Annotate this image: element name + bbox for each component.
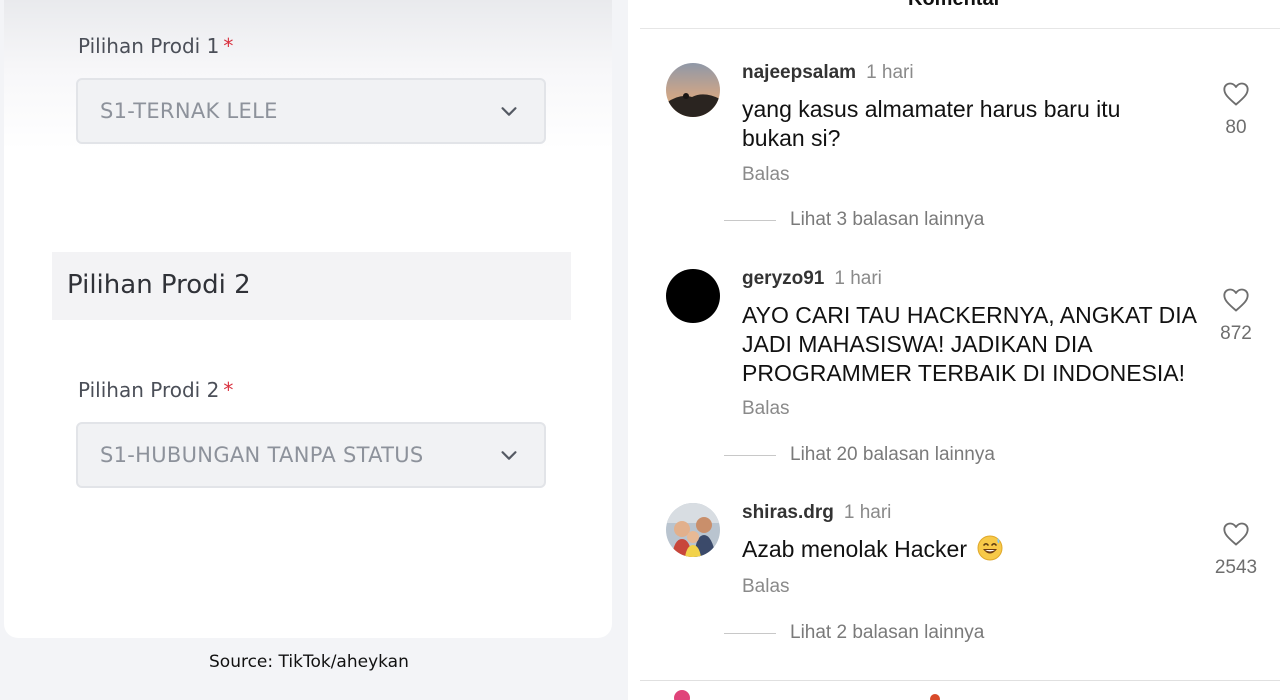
required-asterisk: *	[223, 34, 234, 58]
prodi-2-selected-value: S1-HUBUNGAN TANPA STATUS	[100, 443, 424, 467]
thread-line	[724, 454, 776, 456]
view-replies-text: Lihat 2 balasan lainnya	[790, 622, 985, 643]
section-title: Pilihan Prodi 2	[67, 270, 251, 300]
view-replies-link[interactable]: Lihat 3 balasan lainnya	[724, 208, 984, 232]
avatar[interactable]	[666, 503, 720, 557]
comment-line: PROGRAMMER TERBAIK DI INDONESIA!	[742, 360, 1186, 386]
field-label-prodi-2: Pilihan Prodi 2 *	[78, 378, 233, 402]
heart-outline-icon[interactable]	[1222, 287, 1250, 313]
username-text: shiras.drg	[742, 502, 834, 523]
comment-time: 1 hari	[866, 62, 914, 83]
heart-outline-icon[interactable]	[1222, 81, 1250, 107]
source-caption: Source: TikTok/aheykan	[209, 652, 409, 672]
reply-button[interactable]: Balas	[742, 398, 790, 420]
comment-username[interactable]: geryzo91 1 hari	[742, 268, 882, 290]
divider	[640, 680, 1280, 681]
avatar-image	[666, 63, 720, 117]
comment-username[interactable]: shiras.drg 1 hari	[742, 502, 891, 524]
field-label-prodi-1: Pilihan Prodi 1 *	[78, 34, 233, 58]
comment-text: yang kasus almamater harus baru itu buka…	[742, 95, 1202, 153]
next-content-peek	[930, 694, 940, 700]
required-asterisk: *	[223, 378, 234, 402]
comment-time: 1 hari	[834, 268, 882, 289]
comment-text: AYO CARI TAU HACKERNYA, ANGKAT DIA JADI …	[742, 301, 1202, 388]
prodi-1-selected-value: S1-TERNAK LELE	[100, 99, 278, 123]
field-label-text: Pilihan Prodi 1	[78, 34, 220, 58]
view-replies-link[interactable]: Lihat 2 balasan lainnya	[724, 621, 984, 645]
reply-button[interactable]: Balas	[742, 576, 790, 598]
comment-username[interactable]: najeepsalam 1 hari	[742, 62, 914, 84]
prodi-2-select[interactable]: S1-HUBUNGAN TANPA STATUS	[76, 422, 546, 488]
comments-panel: Komentar najeepsalam1 hari yang k	[640, 0, 1280, 700]
username-text: geryzo91	[742, 268, 825, 289]
comment-line: yang kasus almamater harus baru itu	[742, 96, 1121, 122]
next-avatar-peek	[674, 690, 690, 700]
comment-line: AYO CARI TAU HACKERNYA, ANGKAT DIA	[742, 302, 1197, 328]
view-replies-text: Lihat 3 balasan lainnya	[790, 209, 985, 230]
avatar[interactable]	[666, 63, 720, 117]
view-replies-text: Lihat 20 balasan lainnya	[790, 444, 995, 465]
like-count: 80	[1225, 117, 1247, 138]
field-label-text: Pilihan Prodi 2	[78, 378, 220, 402]
heart-outline-icon[interactable]	[1222, 521, 1250, 547]
prodi-1-select[interactable]: S1-TERNAK LELE	[76, 78, 546, 144]
like-count: 872	[1220, 323, 1252, 344]
view-replies-link[interactable]: Lihat 20 balasan lainnya	[724, 443, 995, 467]
comment-text: Azab menolak Hacker	[742, 535, 1202, 564]
comment-line: Azab menolak Hacker	[742, 535, 1202, 564]
avatar[interactable]	[666, 269, 720, 323]
form-card: Pilihan Prodi 1 * S1-TERNAK LELE Pilihan …	[4, 0, 612, 638]
thread-line	[724, 219, 776, 221]
comment-line: JADI MAHASISWA! JADIKAN DIA	[742, 331, 1093, 357]
grinning-sweat-emoji-icon	[977, 535, 1003, 561]
chevron-down-icon	[501, 451, 517, 460]
comment-line-text: Azab menolak Hacker	[742, 536, 967, 562]
thread-line	[724, 632, 776, 634]
panel-title: Komentar	[908, 0, 1001, 11]
like-count: 2543	[1214, 557, 1258, 578]
comment-time: 1 hari	[843, 502, 892, 523]
reply-button[interactable]: Balas	[742, 164, 790, 186]
chevron-down-icon	[501, 107, 517, 116]
username-text: najeepsalam	[742, 62, 857, 83]
divider	[640, 28, 1280, 29]
section-header-prodi-2: Pilihan Prodi 2	[52, 252, 571, 320]
comment-line: bukan si?	[742, 125, 841, 151]
avatar-image	[666, 503, 720, 557]
